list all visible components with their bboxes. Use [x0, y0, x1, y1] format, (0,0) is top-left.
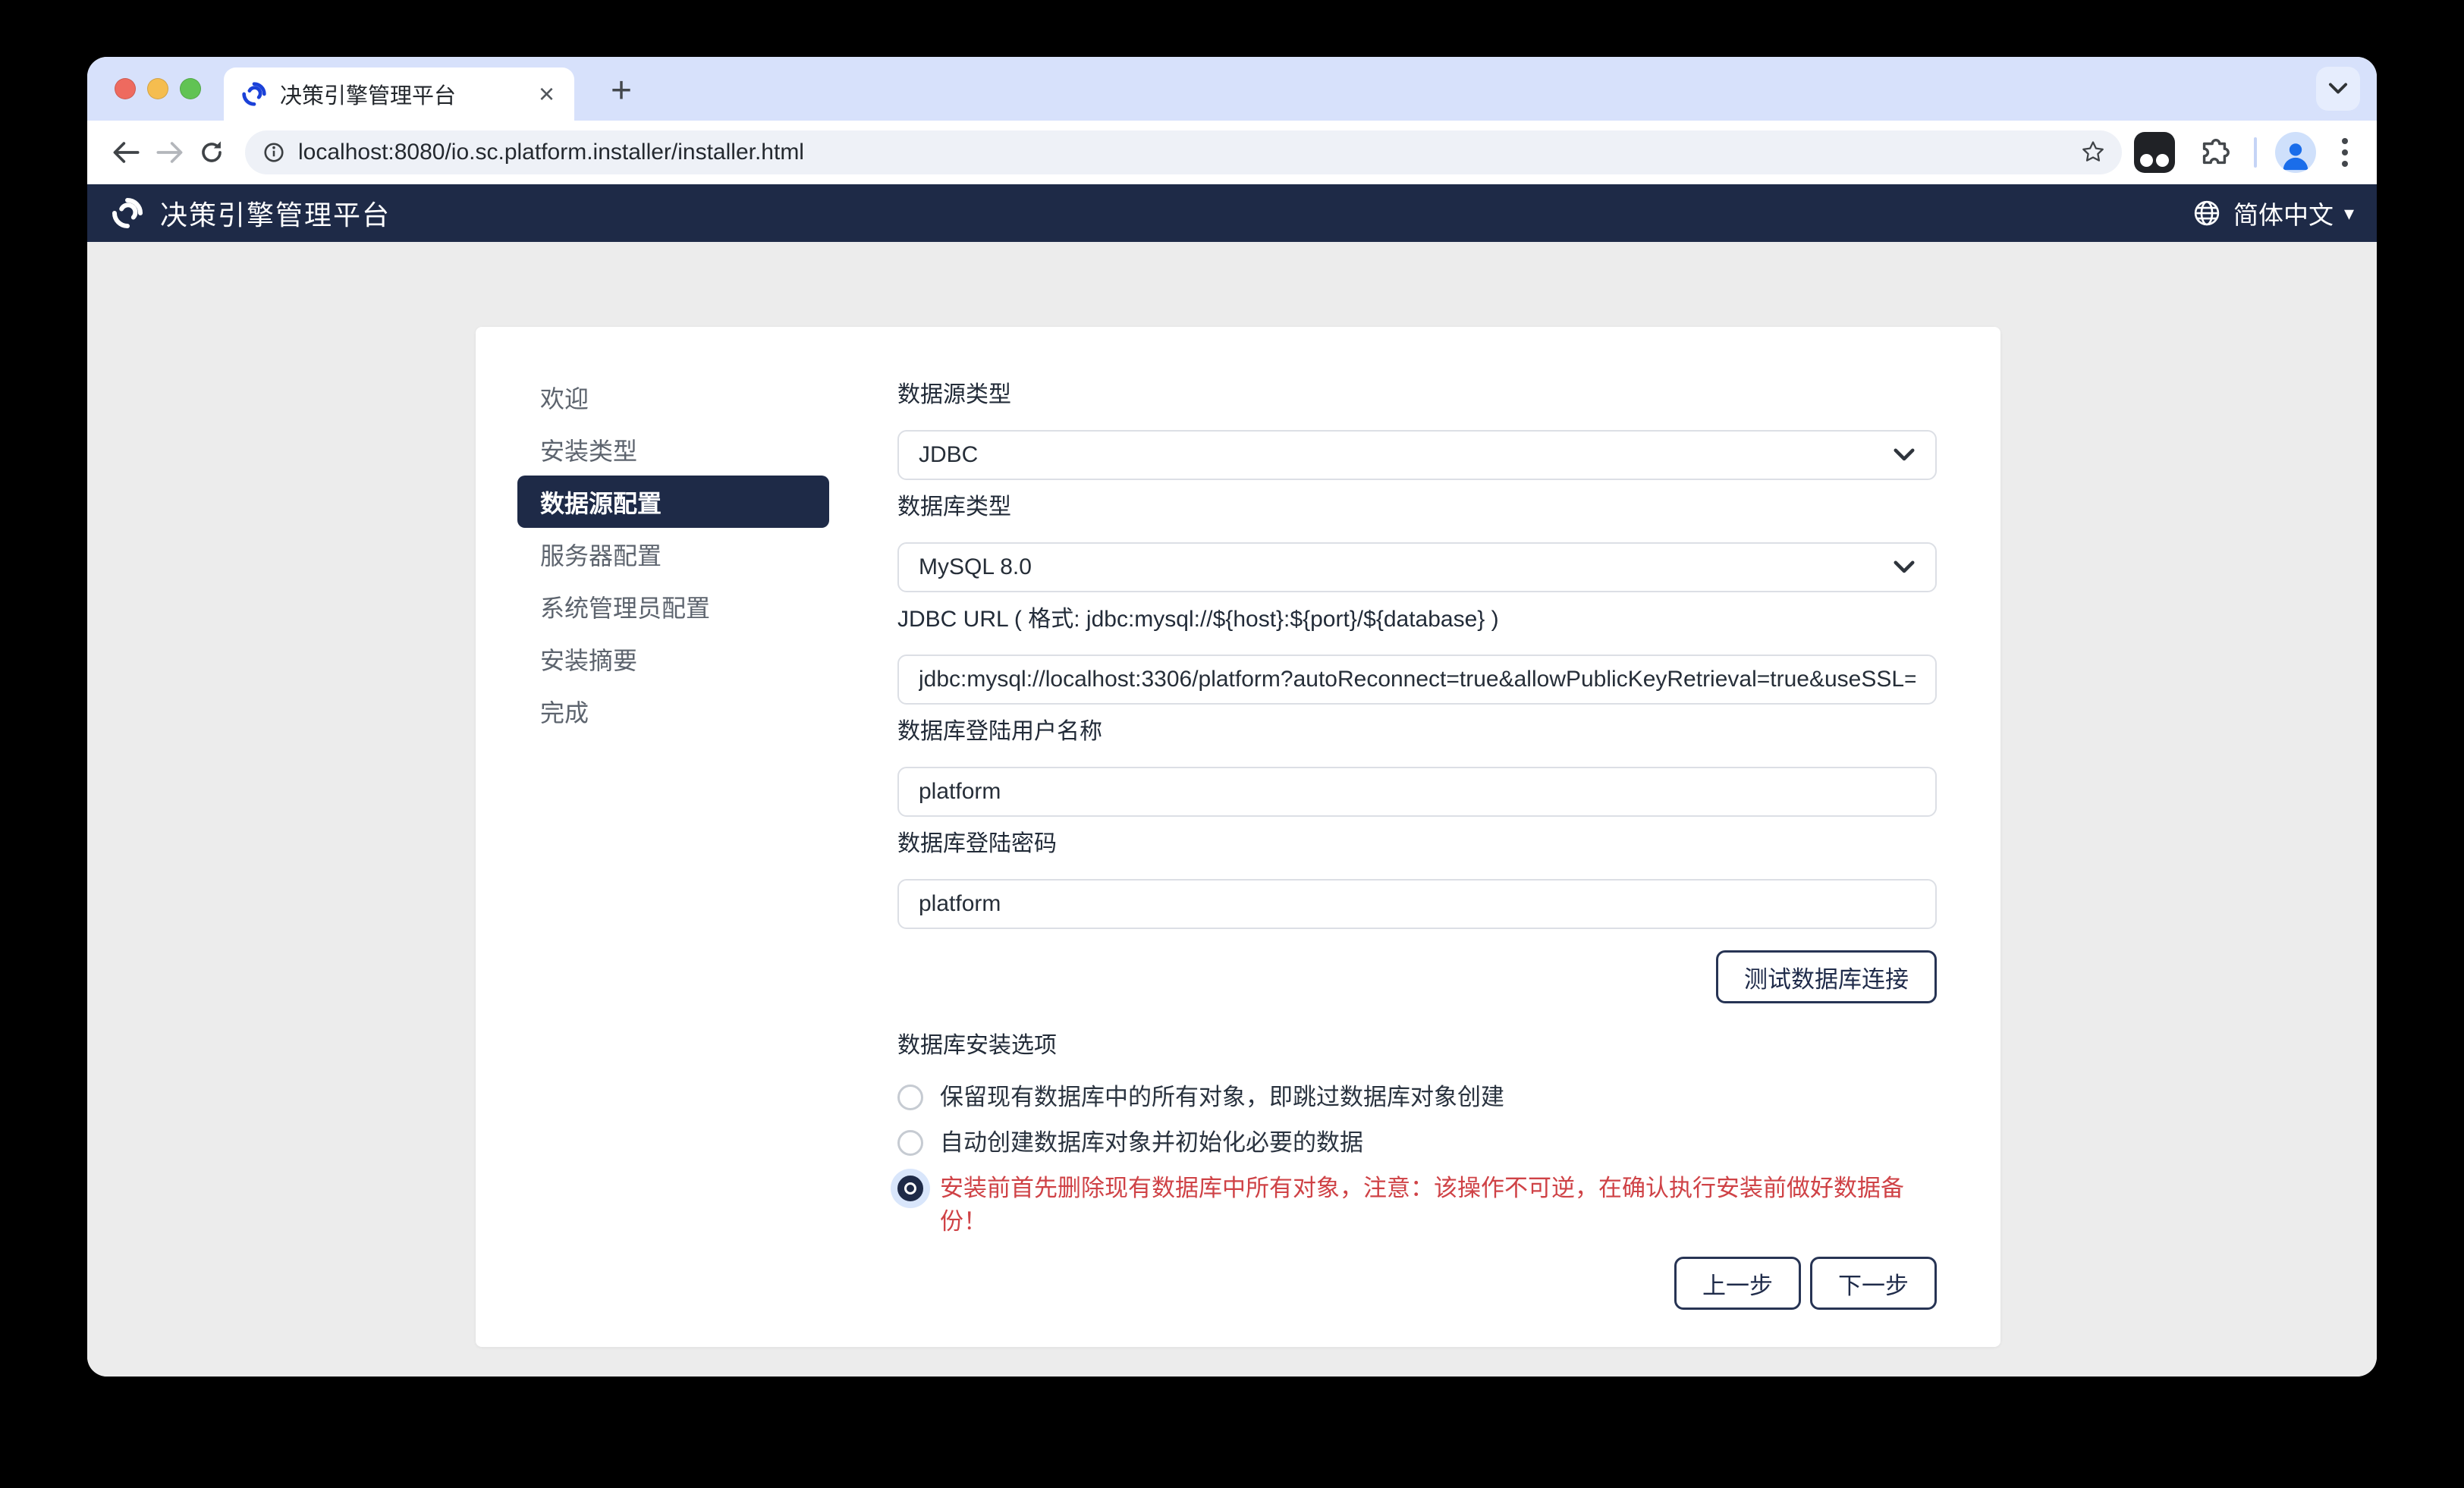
sidebar-item-welcome[interactable]: 欢迎: [517, 371, 829, 423]
datasource-type-label: 数据源类型: [897, 380, 1937, 410]
db-username-input[interactable]: [897, 767, 1937, 817]
back-button[interactable]: [105, 131, 148, 174]
window-close-button[interactable]: [115, 78, 136, 99]
next-button[interactable]: 下一步: [1810, 1257, 1937, 1310]
forward-arrow-icon: [152, 136, 186, 169]
datasource-form: 数据源类型 JDBC 数据库类型 MySQL 8.0 JDBC URL ( 格式…: [897, 371, 1937, 1347]
url-text[interactable]: localhost:8080/io.sc.platform.installer/…: [298, 140, 2069, 165]
puzzle-icon: [2197, 135, 2232, 170]
install-option-keep-label: 保留现有数据库中的所有对象，即跳过数据库对象创建: [940, 1081, 1504, 1114]
database-type-label: 数据库类型: [897, 492, 1937, 523]
address-bar[interactable]: localhost:8080/io.sc.platform.installer/…: [245, 130, 2122, 174]
database-type-value: MySQL 8.0: [919, 554, 1032, 580]
db-password-input[interactable]: [897, 879, 1937, 929]
toolbar-divider: [2254, 137, 2257, 168]
jdbc-url-label: JDBC URL ( 格式: jdbc:mysql://${host}:${po…: [897, 604, 1937, 635]
extensions-button[interactable]: [2193, 131, 2236, 174]
profile-avatar[interactable]: [2275, 132, 2316, 173]
tab-strip: 决策引擎管理平台 × +: [87, 57, 2377, 121]
new-tab-button[interactable]: +: [600, 69, 643, 111]
traffic-lights: [115, 78, 201, 99]
person-icon: [2278, 138, 2313, 173]
browser-menu-button[interactable]: [2334, 138, 2356, 167]
page-title: 决策引擎管理平台: [160, 193, 391, 233]
datasource-type-value: JDBC: [919, 442, 978, 468]
db-password-label: 数据库登陆密码: [897, 829, 1937, 859]
install-options-label: 数据库安装选项: [897, 1031, 1937, 1061]
install-option-create-label: 自动创建数据库对象并初始化必要的数据: [940, 1126, 1363, 1160]
datasource-type-select[interactable]: JDBC: [897, 430, 1937, 480]
chevron-down-icon: [1893, 560, 1916, 575]
reload-icon: [195, 136, 228, 169]
bookmark-star-icon[interactable]: [2079, 139, 2107, 166]
db-username-label: 数据库登陆用户名称: [897, 717, 1937, 747]
back-arrow-icon: [110, 136, 143, 169]
install-option-create[interactable]: 自动创建数据库对象并初始化必要的数据: [897, 1126, 1937, 1160]
window-minimize-button[interactable]: [147, 78, 168, 99]
forward-button[interactable]: [148, 131, 190, 174]
radio-button[interactable]: [897, 1085, 923, 1110]
toolbar-right-icons: [2134, 131, 2359, 174]
language-caret-icon: ▾: [2344, 202, 2354, 225]
sidebar-item-admin-config[interactable]: 系统管理员配置: [517, 580, 829, 633]
install-option-delete-label: 安装前首先删除现有数据库中所有对象，注意：该操作不可逆，在确认执行安装前做好数据…: [940, 1172, 1937, 1238]
language-label: 简体中文: [2233, 195, 2334, 231]
wizard-nav-row: 上一步 下一步: [897, 1257, 1937, 1310]
jdbc-url-input[interactable]: [897, 655, 1937, 705]
language-selector[interactable]: 简体中文 ▾: [2191, 195, 2354, 231]
test-connection-row: 测试数据库连接: [897, 950, 1937, 1003]
radio-button-checked[interactable]: [897, 1176, 923, 1201]
install-option-delete[interactable]: 安装前首先删除现有数据库中所有对象，注意：该操作不可逆，在确认执行安装前做好数据…: [897, 1172, 1937, 1238]
app-logo-swirl-icon: [110, 196, 145, 231]
browser-toolbar: localhost:8080/io.sc.platform.installer/…: [87, 121, 2377, 184]
tab-close-icon[interactable]: ×: [536, 80, 558, 108]
sidebar-item-datasource-config[interactable]: 数据源配置: [517, 476, 829, 528]
page-content: 欢迎 安装类型 数据源配置 服务器配置 系统管理员配置 安装摘要 完成 数据源类…: [87, 242, 2377, 1377]
globe-icon: [2191, 197, 2223, 229]
installer-steps: 欢迎 安装类型 数据源配置 服务器配置 系统管理员配置 安装摘要 完成: [517, 371, 829, 1347]
database-type-select[interactable]: MySQL 8.0: [897, 542, 1937, 592]
site-info-icon[interactable]: [260, 139, 288, 166]
browser-tab[interactable]: 决策引擎管理平台 ×: [224, 67, 574, 121]
prev-button[interactable]: 上一步: [1674, 1257, 1801, 1310]
tab-search-button[interactable]: [2316, 67, 2360, 111]
install-option-keep[interactable]: 保留现有数据库中的所有对象，即跳过数据库对象创建: [897, 1081, 1937, 1114]
sidebar-item-install-summary[interactable]: 安装摘要: [517, 633, 829, 685]
extension-dark-icon[interactable]: [2134, 132, 2175, 173]
radio-button[interactable]: [897, 1130, 923, 1156]
tab-title: 决策引擎管理平台: [280, 78, 536, 110]
reload-button[interactable]: [190, 131, 233, 174]
sidebar-item-install-type[interactable]: 安装类型: [517, 423, 829, 476]
browser-window: 决策引擎管理平台 × +: [87, 57, 2377, 1377]
sidebar-item-server-config[interactable]: 服务器配置: [517, 528, 829, 580]
app-header: 决策引擎管理平台 简体中文 ▾: [87, 184, 2377, 242]
window-zoom-button[interactable]: [180, 78, 201, 99]
sidebar-item-finish[interactable]: 完成: [517, 685, 829, 737]
chevron-down-icon: [1893, 447, 1916, 463]
installer-card: 欢迎 安装类型 数据源配置 服务器配置 系统管理员配置 安装摘要 完成 数据源类…: [476, 327, 2000, 1347]
chevron-down-icon: [2327, 82, 2349, 96]
site-favicon-swirl-icon: [240, 80, 268, 108]
test-connection-button[interactable]: 测试数据库连接: [1716, 950, 1937, 1003]
